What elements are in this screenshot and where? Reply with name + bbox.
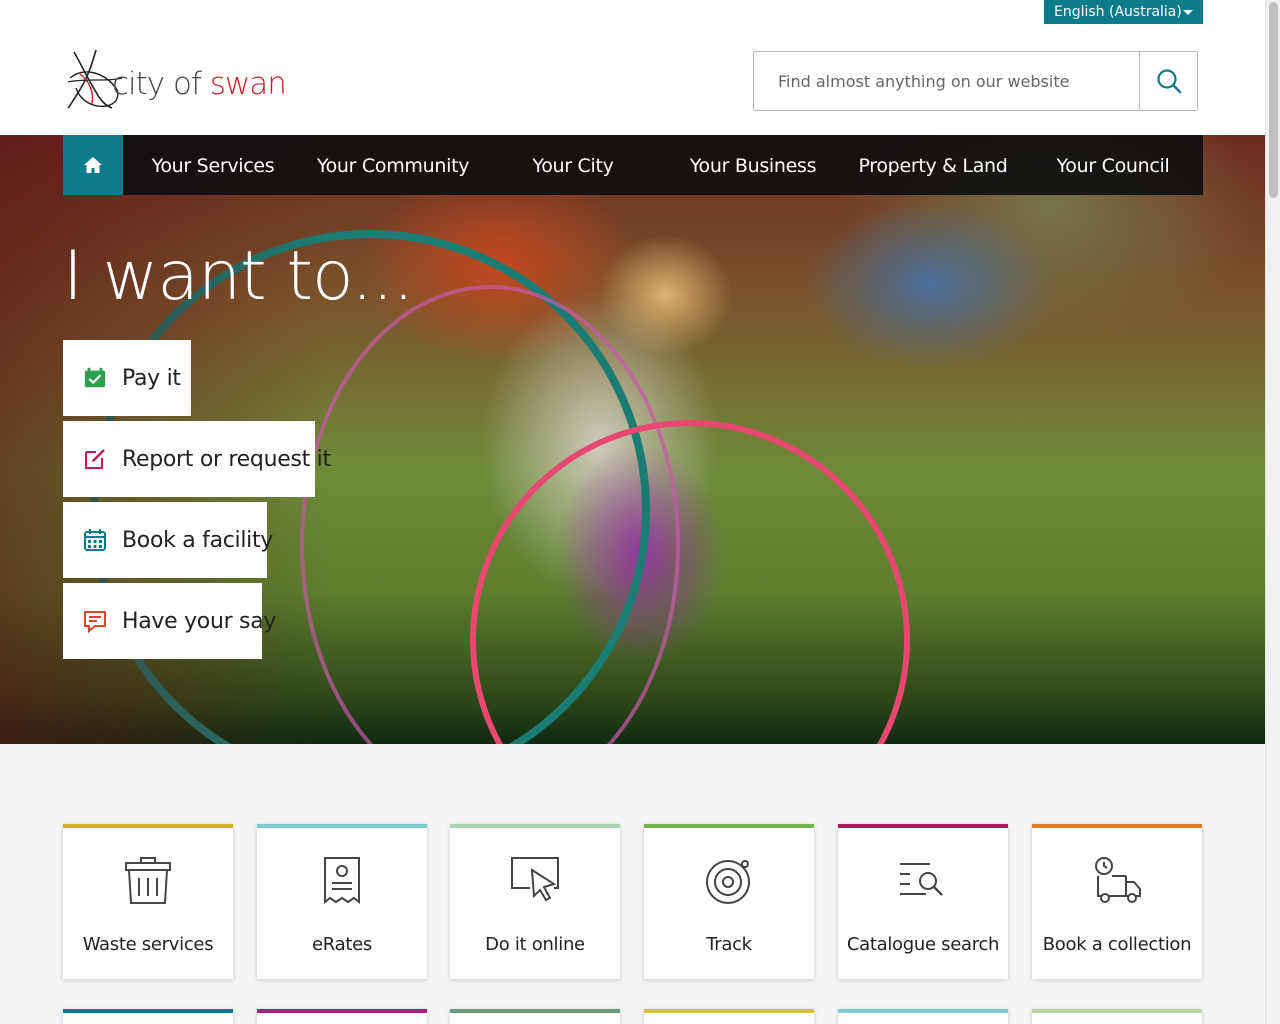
nav-home-button[interactable]: [63, 135, 123, 195]
logo-swan-text: swan: [209, 66, 287, 102]
home-icon: [84, 157, 102, 173]
tile-label: Book a collection: [1042, 934, 1192, 955]
target-icon: [644, 856, 814, 908]
receipt-icon: [257, 856, 427, 908]
report-request-button[interactable]: Report or request it: [63, 421, 331, 497]
have-your-say-button[interactable]: Have your say: [63, 583, 276, 659]
quick-links: Waste services eRates Do it online Track…: [63, 824, 1203, 984]
tile-row2-3[interactable]: [450, 1009, 620, 1024]
tile-do-it-online[interactable]: Do it online: [450, 824, 620, 979]
hero-title: I want to...: [63, 237, 414, 316]
search-button[interactable]: [1139, 52, 1197, 110]
tile-erates[interactable]: eRates: [257, 824, 427, 979]
tile-row2-6[interactable]: [1032, 1009, 1202, 1024]
pay-it-label: Pay it: [122, 365, 181, 391]
language-selector[interactable]: English (Australia): [1044, 0, 1203, 24]
tile-waste-services[interactable]: Waste services: [63, 824, 233, 979]
page-scrollbar[interactable]: [1265, 0, 1280, 1024]
edit-icon: [83, 447, 107, 471]
nav-item-your-business[interactable]: Your Business: [663, 135, 843, 195]
nav-item-your-council[interactable]: Your Council: [1023, 135, 1203, 195]
tile-book-collection[interactable]: Book a collection: [1032, 824, 1202, 979]
bin-icon: [63, 856, 233, 908]
tile-row2-1[interactable]: [63, 1009, 233, 1024]
nav-item-your-services[interactable]: Your Services: [123, 135, 303, 195]
pay-it-button[interactable]: Pay it: [63, 340, 191, 416]
site-logo[interactable]: city of swan: [66, 48, 287, 112]
page: English (Australia) city of swan Find al…: [0, 0, 1265, 1024]
tile-label: Do it online: [485, 934, 585, 955]
tile-catalogue-search[interactable]: Catalogue search: [838, 824, 1008, 979]
nav-item-your-city[interactable]: Your City: [483, 135, 663, 195]
nav-item-property-land[interactable]: Property & Land: [843, 135, 1023, 195]
tile-row2-5[interactable]: [838, 1009, 1008, 1024]
search-input[interactable]: [754, 52, 1139, 110]
search-box: [753, 51, 1198, 111]
scrollbar-thumb[interactable]: [1269, 2, 1278, 198]
tile-track[interactable]: Track: [644, 824, 814, 979]
truck-icon: [1032, 856, 1202, 908]
nav-item-your-community[interactable]: Your Community: [303, 135, 483, 195]
tile-label: Track: [706, 934, 752, 955]
language-label: English (Australia): [1054, 4, 1182, 20]
cursor-icon: [450, 856, 620, 908]
payment-icon: [83, 366, 107, 390]
main-nav: Your Services Your Community Your City Y…: [63, 135, 1203, 195]
tile-label: Waste services: [82, 934, 214, 955]
tile-label: Catalogue search: [846, 934, 1000, 955]
book-facility-button[interactable]: Book a facility: [63, 502, 273, 578]
logo-wordmark: city of swan: [112, 66, 287, 102]
logo-city-text: city of: [112, 66, 202, 102]
comment-icon: [83, 609, 107, 633]
calendar-icon: [83, 528, 107, 552]
report-request-label: Report or request it: [122, 446, 331, 472]
caret-down-icon: [1183, 10, 1193, 15]
tile-row2-2[interactable]: [257, 1009, 427, 1024]
list-search-icon: [838, 856, 1008, 908]
have-your-say-label: Have your say: [122, 608, 277, 634]
book-facility-label: Book a facility: [122, 527, 274, 553]
tile-label: eRates: [312, 934, 372, 955]
tile-row2-4[interactable]: [644, 1009, 814, 1024]
search-icon: [1156, 69, 1181, 94]
site-header: English (Australia) city of swan: [0, 0, 1265, 135]
